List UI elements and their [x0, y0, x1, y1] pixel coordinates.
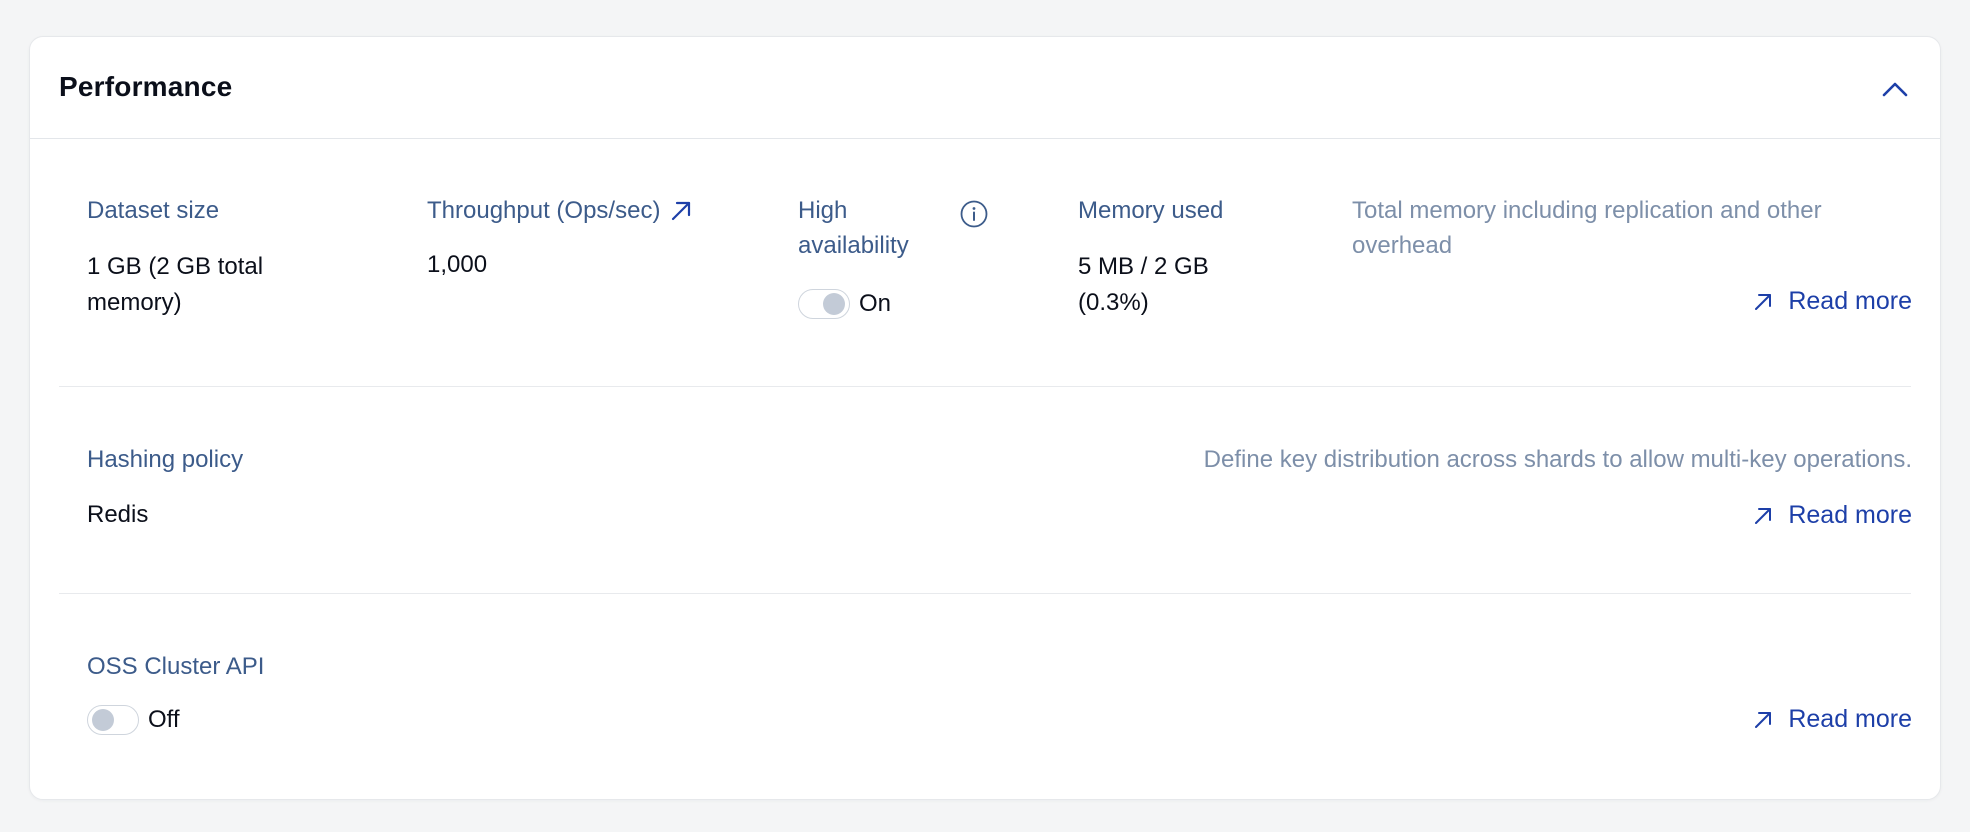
hashing-description: Define key distribution across shards to… [1203, 446, 1912, 473]
throughput-label-group: Throughput (Ops/sec) [427, 193, 694, 228]
dataset-size-label: Dataset size [87, 197, 220, 224]
oss-cluster-read-more-link[interactable]: Read more [1752, 705, 1912, 734]
high-availability-toggle-state: On [859, 290, 892, 317]
toggle-knob [92, 709, 114, 731]
memory-read-more-link[interactable]: Read more [1752, 287, 1912, 316]
external-arrow-icon [1752, 505, 1774, 527]
toggle-knob [823, 293, 845, 315]
section-divider [59, 593, 1911, 594]
hashing-policy-label: Hashing policy [87, 446, 244, 473]
high-availability-label-line1: High [798, 197, 848, 224]
throughput-value: 1,000 [427, 251, 488, 278]
external-arrow-icon[interactable] [668, 198, 694, 224]
hashing-read-more-link[interactable]: Read more [1752, 501, 1912, 530]
dataset-size-value-line1: 1 GB (2 GB total [87, 253, 264, 280]
memory-used-label: Memory used [1078, 197, 1224, 224]
performance-panel: Performance Dataset size 1 GB (2 GB tota… [29, 36, 1941, 800]
memory-used-value-line2: (0.3%) [1078, 289, 1149, 316]
section-divider [59, 386, 1911, 387]
oss-cluster-api-toggle-state: Off [148, 706, 180, 733]
memory-description-line1: Total memory including replication and o… [1352, 197, 1822, 224]
read-more-label: Read more [1788, 501, 1912, 529]
high-availability-label-line2: availability [798, 232, 909, 259]
info-icon[interactable] [959, 199, 989, 229]
external-arrow-icon [1752, 709, 1774, 731]
chevron-up-icon[interactable] [1878, 73, 1912, 107]
memory-used-value-line1: 5 MB / 2 GB [1078, 253, 1209, 280]
oss-cluster-api-toggle[interactable] [87, 705, 139, 735]
oss-cluster-api-label: OSS Cluster API [87, 653, 265, 680]
external-arrow-icon [1752, 291, 1774, 313]
dataset-size-value-line2: memory) [87, 289, 182, 316]
panel-header[interactable]: Performance [30, 37, 1940, 139]
read-more-label: Read more [1788, 287, 1912, 315]
throughput-label: Throughput (Ops/sec) [427, 197, 661, 224]
panel-title: Performance [59, 71, 233, 102]
high-availability-toggle[interactable] [798, 289, 850, 319]
read-more-label: Read more [1788, 705, 1912, 733]
memory-description-line2: overhead [1352, 232, 1453, 259]
hashing-policy-value: Redis [87, 501, 149, 528]
